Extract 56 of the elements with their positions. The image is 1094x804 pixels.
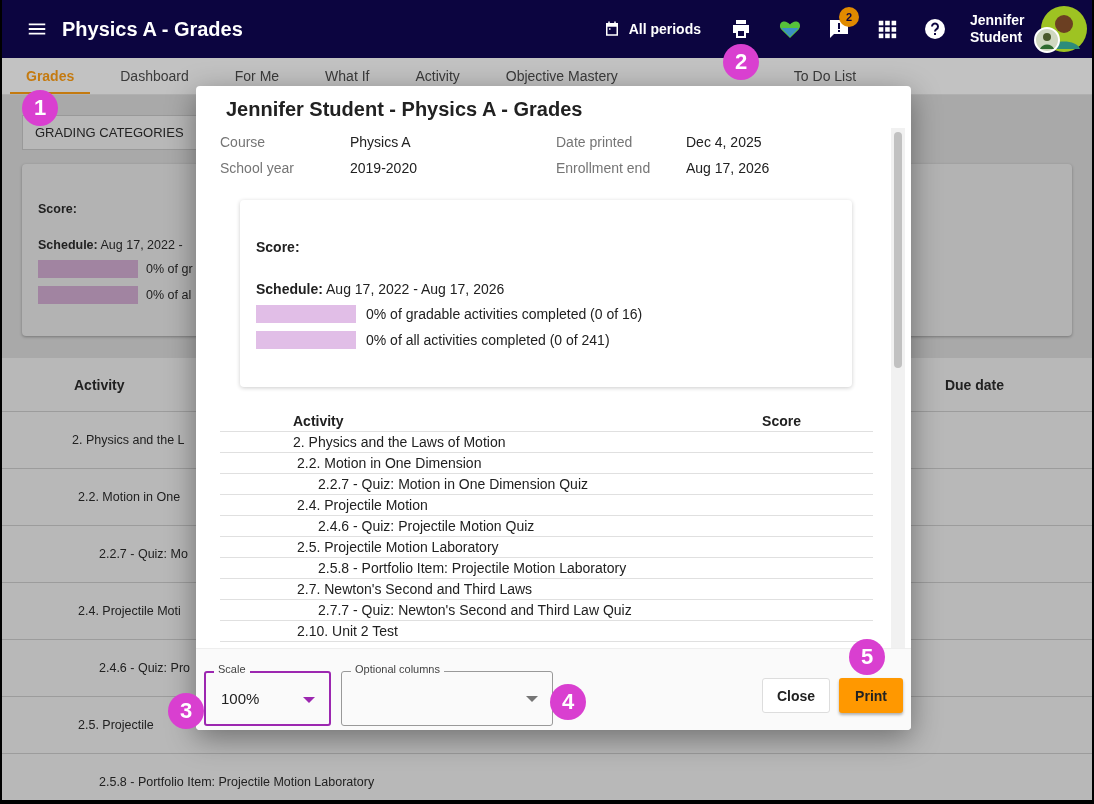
period-label: All periods <box>628 21 701 37</box>
callout-marker: 3 <box>168 693 204 729</box>
progress-label: 0% of al <box>146 288 192 302</box>
info-label: Date printed <box>556 134 634 150</box>
table-cell: 2.2.7 - Quiz: Mo <box>99 547 188 561</box>
table-cell: 2. Physics and the Laws of Motion <box>293 434 506 450</box>
table-cell: 2.2. Motion in One Dimension <box>297 455 482 471</box>
score-label: Score: <box>256 239 300 255</box>
table-cell: 2.10. Unit 2 Test <box>297 623 398 639</box>
progress-label: 0% of all activities completed (0 of 241) <box>366 332 610 348</box>
caret-icon <box>303 697 315 703</box>
info-label: Course <box>220 134 267 150</box>
tab[interactable]: Dashboard <box>104 58 205 94</box>
table-cell: 2. Physics and the L <box>72 433 185 447</box>
info-value: Dec 4, 2025 <box>686 134 763 150</box>
print-button[interactable]: Print <box>839 678 903 713</box>
info-value: 2019-2020 <box>350 160 418 176</box>
table-cell: 2.4.6 - Quiz: Projectile Motion Quiz <box>318 518 535 534</box>
period-selector[interactable]: All periods <box>602 20 701 38</box>
schedule-text: Schedule: Aug 17, 2022 - <box>38 238 183 252</box>
notification-badge: 2 <box>839 7 859 27</box>
caret-icon <box>526 696 538 702</box>
table-cell: 2.4.6 - Quiz: Pro <box>99 661 190 675</box>
callout-marker: 5 <box>849 639 886 675</box>
close-button[interactable]: Close <box>762 678 831 713</box>
progress-label: 0% of gradable activities completed (0 of 16) <box>366 306 643 322</box>
scrollbar[interactable] <box>891 128 905 648</box>
help-icon[interactable] <box>923 17 947 41</box>
user-name: Jennifer Student <box>970 12 1026 46</box>
column-header: Activity <box>293 413 344 429</box>
callout-marker: 2 <box>723 44 759 80</box>
table-cell: 2.5.8 - Portfolio Item: Projectile Motion Laboratory <box>99 775 375 789</box>
apps-icon[interactable] <box>876 18 898 40</box>
table-cell: 2.4. Projectile Moti <box>78 604 181 618</box>
schedule-text: Schedule: Aug 17, 2022 - Aug 17, 2026 <box>256 281 505 297</box>
table-cell: 2.2. Motion in One <box>78 490 181 504</box>
info-value: Physics A <box>350 134 412 150</box>
callout-marker: 4 <box>550 684 586 720</box>
table-cell: 2.5. Projectile Motion Laboratory <box>297 539 499 555</box>
column-header: Due date <box>944 376 1004 393</box>
table-cell: 2.7. Newton's Second and Third Laws <box>297 581 533 597</box>
progress-label: 0% of gr <box>146 262 193 276</box>
dialog-title: Jennifer Student - Physics A - Grades <box>225 97 584 122</box>
column-header: Activity <box>74 376 125 393</box>
info-label: Enrollment end <box>556 160 652 176</box>
score-label: Score: <box>38 202 77 216</box>
table-cell: 2.5.8 - Portfolio Item: Projectile Motion Laboratory <box>318 560 627 576</box>
info-label: School year <box>220 160 295 176</box>
table-cell: 2.2.7 - Quiz: Motion in One Dimension Quiz <box>318 476 588 492</box>
grading-categories-button[interactable]: GRADING CATEGORIES <box>22 115 197 150</box>
table-cell: 2.4. Projectile Motion <box>297 497 428 513</box>
table-cell: 2.7.7 - Quiz: Newton's Second and Third Law Quiz <box>318 602 632 618</box>
info-value: Aug 17, 2026 <box>686 160 771 176</box>
table-cell: 2.5. Projectile <box>78 718 154 732</box>
page-title: Physics A - Grades <box>62 17 243 41</box>
column-header: Score <box>762 413 801 429</box>
